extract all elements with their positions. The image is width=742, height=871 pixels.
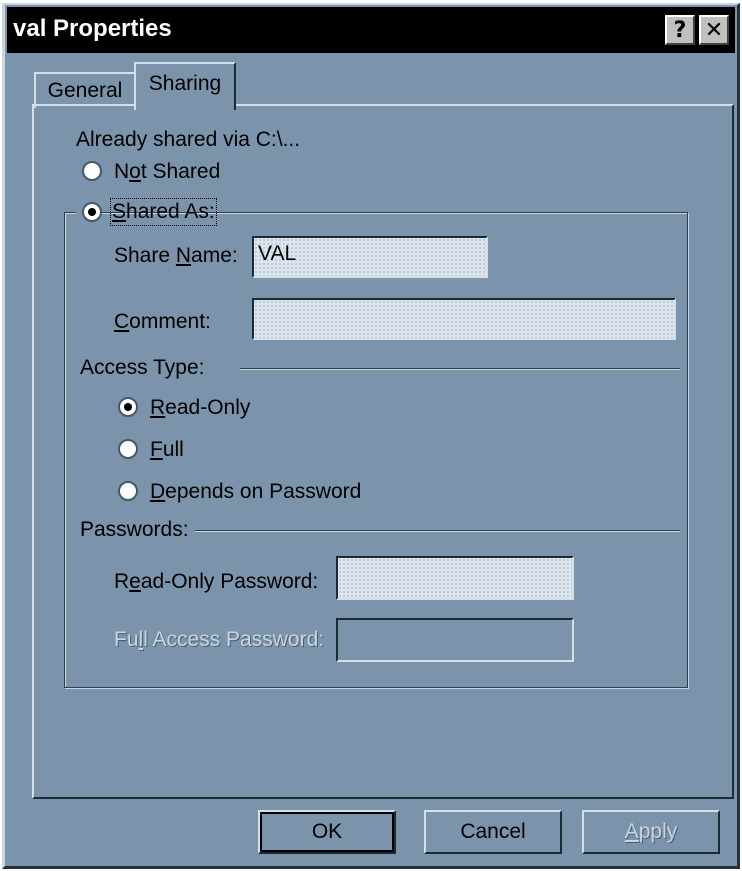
access-type-label: Access Type: bbox=[80, 356, 211, 380]
full-access-password-label: Full Access Password: bbox=[114, 628, 325, 651]
tab-sharing-label: Sharing bbox=[148, 72, 222, 95]
shared-as-radio[interactable] bbox=[82, 202, 102, 222]
cancel-button[interactable]: Cancel bbox=[424, 810, 562, 854]
full-label[interactable]: Full bbox=[150, 438, 184, 462]
ok-button[interactable]: OK bbox=[258, 810, 396, 854]
passwords-label: Passwords: bbox=[80, 518, 195, 542]
share-name-label: Share Name: bbox=[114, 244, 238, 267]
access-type-divider bbox=[240, 368, 680, 370]
shared-as-legend: Shared As: bbox=[76, 198, 217, 228]
close-button[interactable]: ✕ bbox=[699, 15, 729, 45]
depends-on-password-radio[interactable] bbox=[118, 481, 138, 501]
apply-button[interactable]: Apply bbox=[582, 810, 720, 854]
already-shared-label: Already shared via C:\... bbox=[76, 128, 301, 151]
comment-input[interactable] bbox=[252, 298, 676, 340]
depends-on-password-label[interactable]: Depends on Password bbox=[150, 480, 361, 504]
tab-general-label: General bbox=[47, 79, 123, 102]
title-bar[interactable]: val Properties ? ✕ bbox=[7, 7, 735, 53]
ok-button-label: OK bbox=[311, 820, 343, 843]
not-shared-label[interactable]: Not Shared bbox=[114, 160, 220, 184]
passwords-divider bbox=[180, 530, 680, 532]
read-only-password-label: Read-Only Password: bbox=[114, 570, 319, 593]
read-only-label[interactable]: Read-Only bbox=[150, 396, 250, 420]
apply-button-label: Apply bbox=[624, 820, 678, 843]
read-only-password-input[interactable] bbox=[336, 556, 574, 600]
not-shared-radio[interactable] bbox=[82, 161, 102, 181]
read-only-radio[interactable] bbox=[118, 397, 138, 417]
shared-as-label[interactable]: Shared As: bbox=[110, 198, 217, 226]
full-radio[interactable] bbox=[118, 439, 138, 459]
close-icon: ✕ bbox=[704, 17, 724, 43]
full-access-password-input[interactable] bbox=[336, 618, 574, 662]
share-name-input[interactable]: VAL bbox=[252, 236, 488, 278]
tab-sharing[interactable]: Sharing bbox=[134, 62, 236, 110]
cancel-button-label: Cancel bbox=[460, 820, 526, 843]
tab-general[interactable]: General bbox=[34, 72, 134, 108]
help-button[interactable]: ? bbox=[665, 15, 695, 45]
comment-label: Comment: bbox=[114, 310, 211, 333]
window-title: val Properties bbox=[13, 15, 172, 42]
help-icon: ? bbox=[673, 17, 687, 43]
